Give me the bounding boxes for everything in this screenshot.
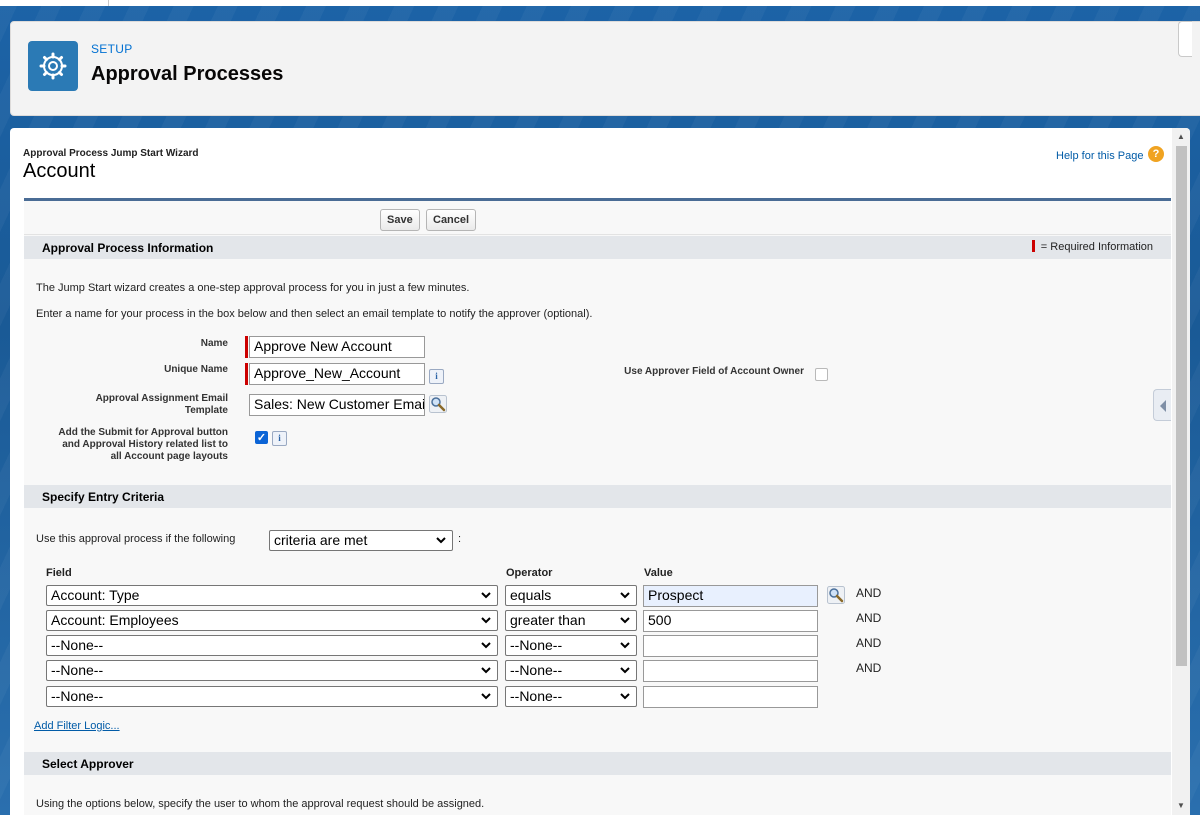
intro-text-1: The Jump Start wizard creates a one-step… <box>36 282 470 294</box>
page-title: Approval Processes <box>91 63 284 85</box>
criteria-field-select[interactable]: --None-- <box>46 686 498 707</box>
required-marker <box>245 363 248 385</box>
criteria-suffix: : <box>458 533 462 545</box>
criteria-select-value: criteria are met <box>274 532 368 548</box>
criteria-value-input[interactable] <box>643 686 818 708</box>
approver-text: Using the options below, specify the use… <box>36 798 485 810</box>
setup-header: SETUP Approval Processes <box>10 21 1200 116</box>
chevron-down-icon <box>620 592 630 599</box>
info-icon[interactable]: i <box>272 431 287 446</box>
chevron-down-icon <box>620 667 630 674</box>
required-legend: = Required Information <box>1031 240 1153 253</box>
add-filter-logic-link[interactable]: Add Filter Logic... <box>34 720 120 732</box>
required-marker <box>1031 240 1035 253</box>
chevron-down-icon <box>481 617 491 624</box>
side-panel-toggle[interactable] <box>1153 389 1171 421</box>
criteria-field-value: Account: Employees <box>51 612 179 628</box>
section-title: Select Approver <box>42 757 134 771</box>
criteria-operator-select[interactable]: equals <box>505 585 637 606</box>
intro-text-2: Enter a name for your process in the box… <box>36 308 593 320</box>
criteria-field-select[interactable]: Account: Type <box>46 585 498 606</box>
section-entry-criteria: Specify Entry Criteria <box>24 485 1171 508</box>
criteria-value-input[interactable]: 500 <box>643 610 818 632</box>
save-button[interactable]: Save <box>380 209 420 231</box>
column-header-field: Field <box>46 567 72 579</box>
lookup-icon[interactable] <box>827 586 845 604</box>
setup-eyebrow[interactable]: SETUP <box>91 42 133 56</box>
chevron-down-icon <box>481 693 491 700</box>
scroll-thumb[interactable] <box>1176 146 1187 666</box>
criteria-operator-select[interactable]: --None-- <box>505 635 637 656</box>
unique-name-input[interactable]: Approve_New_Account <box>249 363 425 385</box>
chevron-down-icon <box>620 617 630 624</box>
approver-field-checkbox[interactable] <box>815 368 828 381</box>
gear-icon <box>28 41 78 91</box>
scrollbar[interactable]: ▲ ▼ <box>1172 128 1190 815</box>
criteria-operator-value: --None-- <box>510 662 563 678</box>
criteria-operator-value: greater than <box>510 612 586 628</box>
chevron-down-icon <box>481 592 491 599</box>
criteria-value-input[interactable] <box>643 635 818 657</box>
email-template-input[interactable]: Sales: New Customer Email <box>249 394 425 416</box>
criteria-operator-value: equals <box>510 587 552 603</box>
criteria-value-input[interactable] <box>643 660 818 682</box>
criteria-operator-select[interactable]: greater than <box>505 610 637 631</box>
criteria-operator-select[interactable]: --None-- <box>505 660 637 681</box>
required-marker <box>245 336 248 358</box>
criteria-field-value: --None-- <box>51 662 104 678</box>
top-strip <box>0 0 1200 6</box>
criteria-field-value: --None-- <box>51 688 104 704</box>
scroll-up-icon[interactable]: ▲ <box>1176 132 1186 142</box>
criteria-value-input[interactable]: Prospect <box>643 585 818 607</box>
and-label: AND <box>856 586 882 600</box>
wizard-form: Save Cancel Approval Process Information… <box>24 198 1171 815</box>
criteria-field-value: Account: Type <box>51 587 140 603</box>
main-panel: Approval Process Jump Start Wizard Accou… <box>10 128 1190 815</box>
lookup-icon[interactable] <box>429 395 447 413</box>
column-header-value: Value <box>644 567 673 579</box>
criteria-operator-select[interactable]: --None-- <box>505 686 637 707</box>
cancel-button[interactable]: Cancel <box>426 209 477 231</box>
unique-name-label: Unique Name <box>164 364 228 375</box>
approver-field-label: Use Approver Field of Account Owner <box>624 366 804 377</box>
criteria-operator-value: --None-- <box>510 637 563 653</box>
chevron-down-icon <box>481 667 491 674</box>
email-template-label: Approval Assignment Email Template <box>95 393 228 416</box>
header-action-button[interactable] <box>1178 21 1192 57</box>
wizard-label: Approval Process Jump Start Wizard <box>23 148 199 159</box>
chevron-down-icon <box>620 642 630 649</box>
help-link[interactable]: Help for this Page <box>1056 150 1143 162</box>
criteria-field-select[interactable]: --None-- <box>46 660 498 681</box>
help-icon[interactable]: ? <box>1148 146 1164 162</box>
criteria-field-select[interactable]: --None-- <box>46 635 498 656</box>
name-input[interactable]: Approve New Account <box>249 336 425 358</box>
column-header-operator: Operator <box>506 567 553 579</box>
and-label: AND <box>856 611 882 625</box>
button-row: Save Cancel <box>24 205 1171 235</box>
scroll-down-icon[interactable]: ▼ <box>1176 801 1186 811</box>
criteria-field-value: --None-- <box>51 637 104 653</box>
and-label: AND <box>856 636 882 650</box>
section-title: Specify Entry Criteria <box>42 490 165 504</box>
name-label: Name <box>200 338 228 349</box>
submit-approval-label: Add the Submit for Approval button and A… <box>58 427 228 462</box>
criteria-field-select[interactable]: Account: Employees <box>46 610 498 631</box>
submit-approval-checkbox[interactable]: ✓ <box>255 431 268 444</box>
criteria-prefix-text: Use this approval process if the followi… <box>36 533 236 545</box>
chevron-down-icon <box>481 642 491 649</box>
required-legend-text: = Required Information <box>1040 241 1153 253</box>
section-title: Approval Process Information <box>42 241 214 255</box>
record-title: Account <box>23 160 96 182</box>
and-label: AND <box>856 661 882 675</box>
criteria-select[interactable]: criteria are met <box>269 530 453 551</box>
chevron-down-icon <box>620 693 630 700</box>
info-icon[interactable]: i <box>429 369 444 384</box>
criteria-operator-value: --None-- <box>510 688 563 704</box>
section-select-approver: Select Approver <box>24 752 1171 775</box>
chevron-down-icon <box>436 537 446 544</box>
section-approval-info: Approval Process Information = Required … <box>24 236 1171 259</box>
